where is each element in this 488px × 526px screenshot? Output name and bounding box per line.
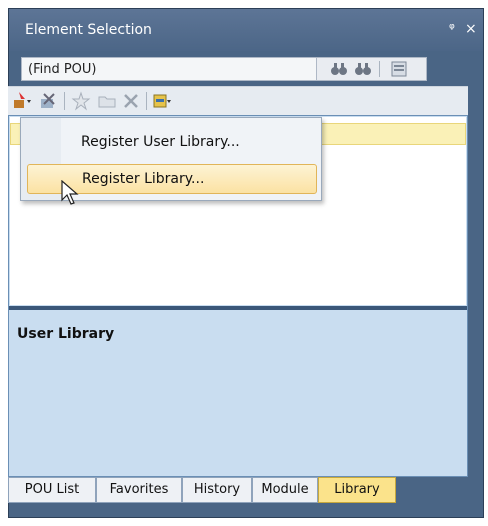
toolbar-separator: [146, 92, 147, 110]
display-dropdown-icon[interactable]: [152, 90, 174, 112]
tab-pou-list[interactable]: POU List: [8, 477, 96, 503]
options-icon[interactable]: [389, 59, 409, 79]
delete-icon[interactable]: [120, 90, 142, 112]
find-previous-icon[interactable]: [329, 59, 349, 79]
find-pou-input[interactable]: [21, 57, 317, 81]
window-title: Element Selection: [25, 22, 152, 38]
register-library-dropdown-icon[interactable]: [12, 90, 34, 112]
tab-favorites[interactable]: Favorites: [96, 477, 182, 503]
splitter[interactable]: [9, 306, 467, 310]
folder-icon[interactable]: [96, 90, 118, 112]
find-next-icon[interactable]: [353, 59, 373, 79]
register-user-library-menu-item[interactable]: Register User Library...: [27, 128, 317, 158]
library-toolbar: [8, 86, 468, 115]
mouse-cursor-icon: [61, 180, 79, 205]
find-row: [9, 51, 483, 87]
tab-library[interactable]: Library: [318, 477, 396, 503]
description-title: User Library: [17, 326, 115, 342]
tab-history[interactable]: History: [182, 477, 252, 503]
tab-bar: POU List Favorites History Module Librar…: [8, 477, 468, 505]
find-buttons: [317, 57, 427, 81]
unregister-icon[interactable]: [38, 90, 60, 112]
pin-icon[interactable]: ᵠ: [449, 21, 455, 37]
favorites-icon[interactable]: [70, 90, 92, 112]
close-icon[interactable]: ×: [465, 21, 477, 37]
tab-module[interactable]: Module: [252, 477, 318, 503]
toolbar-separator: [64, 92, 65, 110]
separator: [379, 61, 380, 77]
title-bar: Element Selection ᵠ ×: [9, 9, 483, 51]
